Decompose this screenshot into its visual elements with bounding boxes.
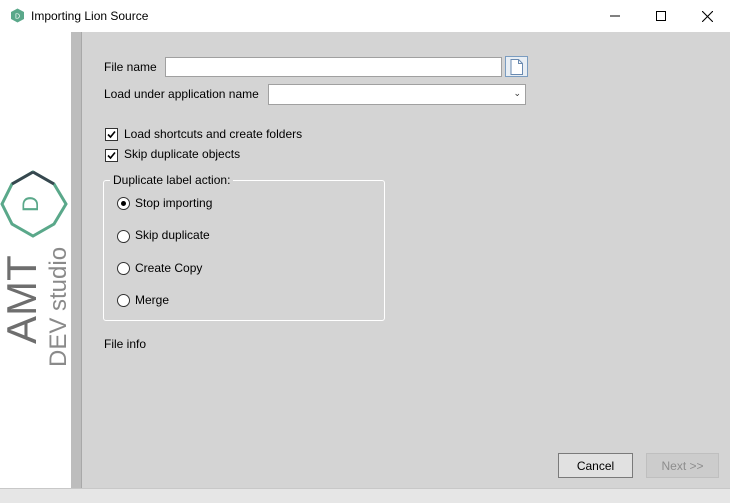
checkmark-icon [107, 151, 116, 160]
svg-text:D: D [18, 196, 43, 212]
window-title: Importing Lion Source [31, 9, 149, 23]
amt-dev-studio-logo: D AMT DEV studio [0, 170, 71, 367]
radio-skip-duplicate-label: Skip duplicate [135, 228, 210, 242]
chevron-down-icon: ⌄ [513, 88, 521, 98]
app-name-label: Load under application name [104, 87, 259, 101]
close-icon [701, 10, 713, 22]
file-info-label: File info [104, 337, 147, 351]
title-bar: D Importing Lion Source [0, 0, 730, 32]
cancel-button[interactable]: Cancel [558, 453, 633, 478]
close-button[interactable] [684, 0, 730, 32]
radio-create-copy-label: Create Copy [135, 261, 203, 275]
app-icon: D [11, 8, 24, 23]
maximize-icon [656, 11, 666, 21]
load-shortcuts-label: Load shortcuts and create folders [124, 127, 303, 141]
svg-text:DEV studio: DEV studio [45, 247, 71, 367]
checkmark-icon [107, 130, 116, 139]
radio-stop-importing-label: Stop importing [135, 196, 213, 210]
minimize-icon [610, 15, 620, 17]
browse-file-button[interactable] [505, 56, 528, 77]
file-icon [510, 58, 523, 75]
radio-selected-dot [121, 201, 126, 206]
main-panel: File name Load under application name ⌄ … [82, 32, 730, 488]
radio-stop-importing[interactable] [117, 197, 130, 210]
skip-duplicates-label: Skip duplicate objects [124, 147, 241, 161]
svg-text:AMT: AMT [0, 255, 45, 344]
duplicate-action-group: Duplicate label action: Stop importing S… [103, 173, 385, 321]
radio-create-copy[interactable] [117, 262, 130, 275]
skip-duplicates-checkbox[interactable] [105, 149, 118, 162]
next-button[interactable]: Next >> [646, 453, 719, 478]
brand-sidebar: D AMT DEV studio [0, 32, 71, 488]
duplicate-action-title: Duplicate label action: [110, 173, 234, 187]
status-bar [0, 488, 730, 503]
radio-skip-duplicate[interactable] [117, 230, 130, 243]
file-name-input[interactable] [165, 57, 502, 77]
sidebar-divider [71, 32, 82, 488]
minimize-button[interactable] [592, 0, 638, 32]
radio-merge-label: Merge [135, 293, 170, 307]
file-name-label: File name [104, 60, 157, 74]
load-shortcuts-checkbox[interactable] [105, 128, 118, 141]
maximize-button[interactable] [638, 0, 684, 32]
app-name-dropdown[interactable]: ⌄ [268, 84, 526, 105]
svg-text:D: D [15, 14, 20, 21]
radio-merge[interactable] [117, 294, 130, 307]
